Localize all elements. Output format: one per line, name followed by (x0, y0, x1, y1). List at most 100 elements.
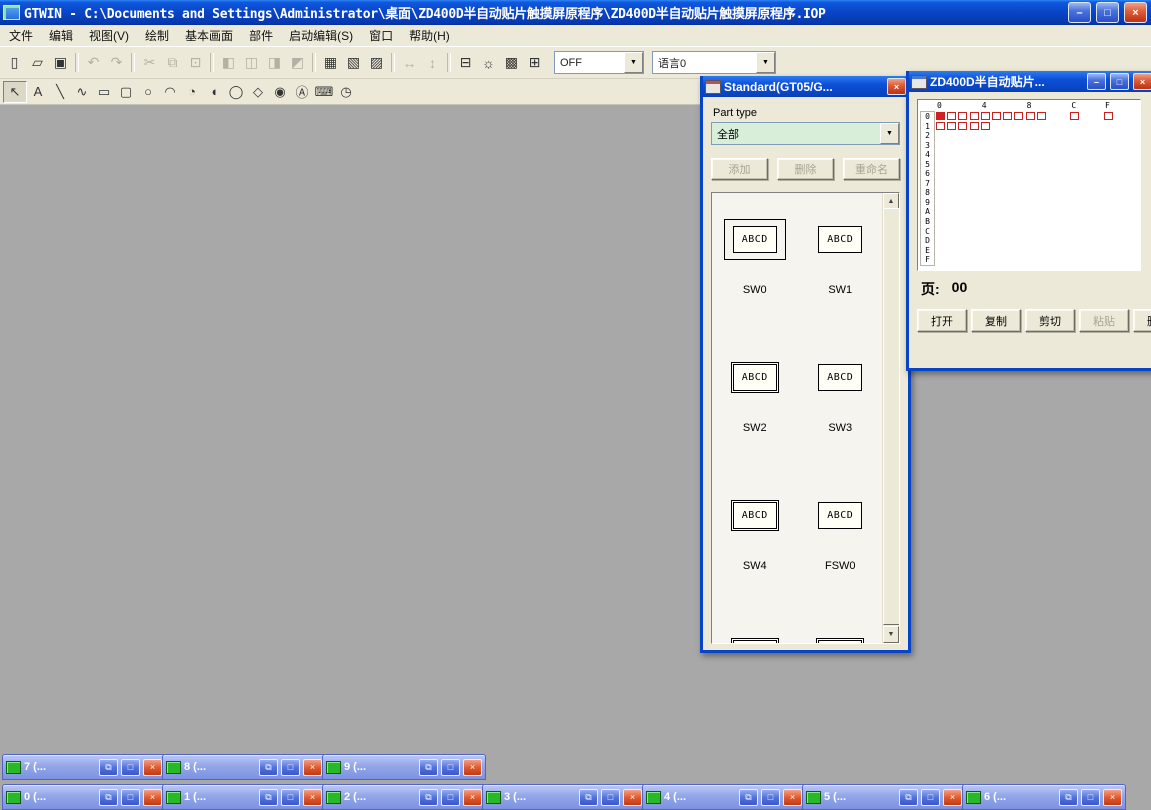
menu-item-0[interactable]: 文件 (1, 24, 41, 47)
parts-window-titlebar[interactable]: Standard(GT05/G... × (703, 76, 908, 97)
close-button[interactable]: × (303, 789, 322, 806)
language-combo[interactable]: 语言0 ▼ (652, 51, 776, 74)
align-right-button[interactable]: ◨ (263, 52, 286, 74)
screen-cell-07[interactable] (1014, 112, 1023, 120)
close-button[interactable]: × (1124, 2, 1147, 23)
flip-horizontal-button[interactable]: ↔ (398, 52, 421, 74)
screen-cell-06[interactable] (1003, 112, 1012, 120)
rounded-rectangle-tool[interactable]: ▢ (115, 82, 137, 102)
screen-cell-14[interactable] (981, 122, 990, 130)
fill-tool[interactable]: ◉ (269, 82, 291, 102)
close-button[interactable]: × (943, 789, 962, 806)
open-screen-button[interactable]: 打开 (917, 309, 967, 332)
save-button[interactable]: ▣ (49, 52, 72, 74)
minimized-window-7[interactable]: 7 (...⧉□× (2, 754, 166, 780)
part-item-sw2[interactable]: ABCDSW2 (712, 333, 798, 471)
maximize-button[interactable]: □ (921, 789, 940, 806)
menu-item-4[interactable]: 基本画面 (177, 24, 241, 47)
parts-window-close-button[interactable]: × (887, 78, 906, 95)
part-item-fsw0[interactable]: ABCDFSW0 (798, 471, 884, 609)
menu-item-7[interactable]: 窗口 (361, 24, 401, 47)
scroll-down-icon[interactable]: ▼ (883, 626, 899, 643)
close-button[interactable]: × (143, 789, 162, 806)
maximize-button[interactable]: □ (281, 789, 300, 806)
arc-tool[interactable]: ◠ (159, 82, 181, 102)
keyboard-tool[interactable]: ⌨ (313, 82, 335, 102)
restore-button[interactable]: ⧉ (899, 789, 918, 806)
restore-button[interactable]: ⧉ (99, 789, 118, 806)
minimized-window-4[interactable]: 4 (...⧉□× (642, 784, 806, 810)
close-button[interactable]: × (463, 789, 482, 806)
menu-item-3[interactable]: 绘制 (137, 24, 177, 47)
part-item-sw3[interactable]: ABCDSW3 (798, 333, 884, 471)
screen-cell-02[interactable] (958, 112, 967, 120)
redo-button[interactable]: ↷ (105, 52, 128, 74)
parts-scrollbar[interactable]: ▲ ▼ (882, 193, 899, 643)
paste-button[interactable]: ⊡ (184, 52, 207, 74)
align-left-button[interactable]: ◧ (217, 52, 240, 74)
app-titlebar[interactable]: GTWIN - C:\Documents and Settings\Admini… (0, 0, 1151, 25)
chord-tool[interactable]: ◖ (203, 82, 225, 102)
screen-cell-04[interactable] (981, 112, 990, 120)
menu-item-8[interactable]: 帮助(H) (401, 24, 458, 47)
dropdown-arrow-icon[interactable]: ▼ (756, 52, 775, 73)
restore-button[interactable]: ⧉ (739, 789, 758, 806)
screen-window-minimize-button[interactable]: – (1087, 73, 1106, 90)
screen-cell-01[interactable] (947, 112, 956, 120)
bring-to-front-button[interactable]: ▧ (342, 52, 365, 74)
rename-part-button[interactable]: 重命名 (843, 158, 900, 180)
restore-button[interactable]: ⧉ (259, 789, 278, 806)
polyline-tool[interactable]: ∿ (71, 82, 93, 102)
screen-cell-0F[interactable] (1104, 112, 1113, 120)
maximize-button[interactable]: □ (761, 789, 780, 806)
menu-item-5[interactable]: 部件 (241, 24, 281, 47)
screen-cell-05[interactable] (992, 112, 1001, 120)
restore-button[interactable]: ⧉ (259, 759, 278, 776)
flip-vertical-button[interactable]: ↕ (421, 52, 444, 74)
text-frame-tool[interactable]: Ⓐ (291, 82, 313, 102)
cut-screen-button[interactable]: 剪切 (1025, 309, 1075, 332)
align-center-button[interactable]: ◫ (240, 52, 263, 74)
restore-button[interactable]: ⧉ (419, 789, 438, 806)
align-top-button[interactable]: ◩ (286, 52, 309, 74)
clock-tool[interactable]: ◷ (335, 82, 357, 102)
dropdown-arrow-icon[interactable]: ▼ (880, 123, 899, 144)
add-part-button[interactable]: 添加 (711, 158, 768, 180)
polygon-tool[interactable]: ◇ (247, 82, 269, 102)
group-button[interactable]: ▦ (319, 52, 342, 74)
minimized-window-3[interactable]: 3 (...⧉□× (482, 784, 646, 810)
paste-screen-button[interactable]: 粘贴 (1079, 309, 1129, 332)
minimized-window-8[interactable]: 8 (...⧉□× (162, 754, 326, 780)
screen-window-titlebar[interactable]: ZD400D半自动贴片... – □ × (909, 71, 1151, 92)
minimized-window-5[interactable]: 5 (...⧉□× (802, 784, 966, 810)
screen-cell-0C[interactable] (1070, 112, 1079, 120)
maximize-button[interactable]: □ (441, 759, 460, 776)
delete-screen-button[interactable]: 删除 (1133, 309, 1151, 332)
screen-cell-13[interactable] (970, 122, 979, 130)
minimized-window-1[interactable]: 1 (...⧉□× (162, 784, 326, 810)
minimized-window-0[interactable]: 0 (...⧉□× (2, 784, 166, 810)
cut-button[interactable]: ✂ (138, 52, 161, 74)
delete-part-button[interactable]: 删除 (777, 158, 834, 180)
rectangle-tool[interactable]: ▭ (93, 82, 115, 102)
maximize-button[interactable]: □ (1081, 789, 1100, 806)
maximize-button[interactable]: □ (441, 789, 460, 806)
screen-cell-08[interactable] (1026, 112, 1035, 120)
maximize-button[interactable]: □ (601, 789, 620, 806)
circle-tool[interactable]: ○ (137, 82, 159, 102)
maximize-button[interactable]: □ (121, 759, 140, 776)
screen-cell-03[interactable] (970, 112, 979, 120)
scroll-thumb[interactable] (883, 208, 900, 625)
new-button[interactable]: ▯ (3, 52, 26, 74)
maximize-button[interactable]: □ (281, 759, 300, 776)
screen-cell-00[interactable] (936, 112, 945, 120)
close-button[interactable]: × (1103, 789, 1122, 806)
select-tool[interactable]: ↖ (3, 81, 27, 103)
close-button[interactable]: × (783, 789, 802, 806)
contrast-button[interactable]: ☼ (477, 52, 500, 74)
menu-item-1[interactable]: 编辑 (41, 24, 81, 47)
dropdown-arrow-icon[interactable]: ▼ (624, 52, 643, 73)
minimized-window-9[interactable]: 9 (...⧉□× (322, 754, 486, 780)
send-to-back-button[interactable]: ▨ (365, 52, 388, 74)
part-type-combo[interactable]: 全部 ▼ (711, 122, 900, 145)
